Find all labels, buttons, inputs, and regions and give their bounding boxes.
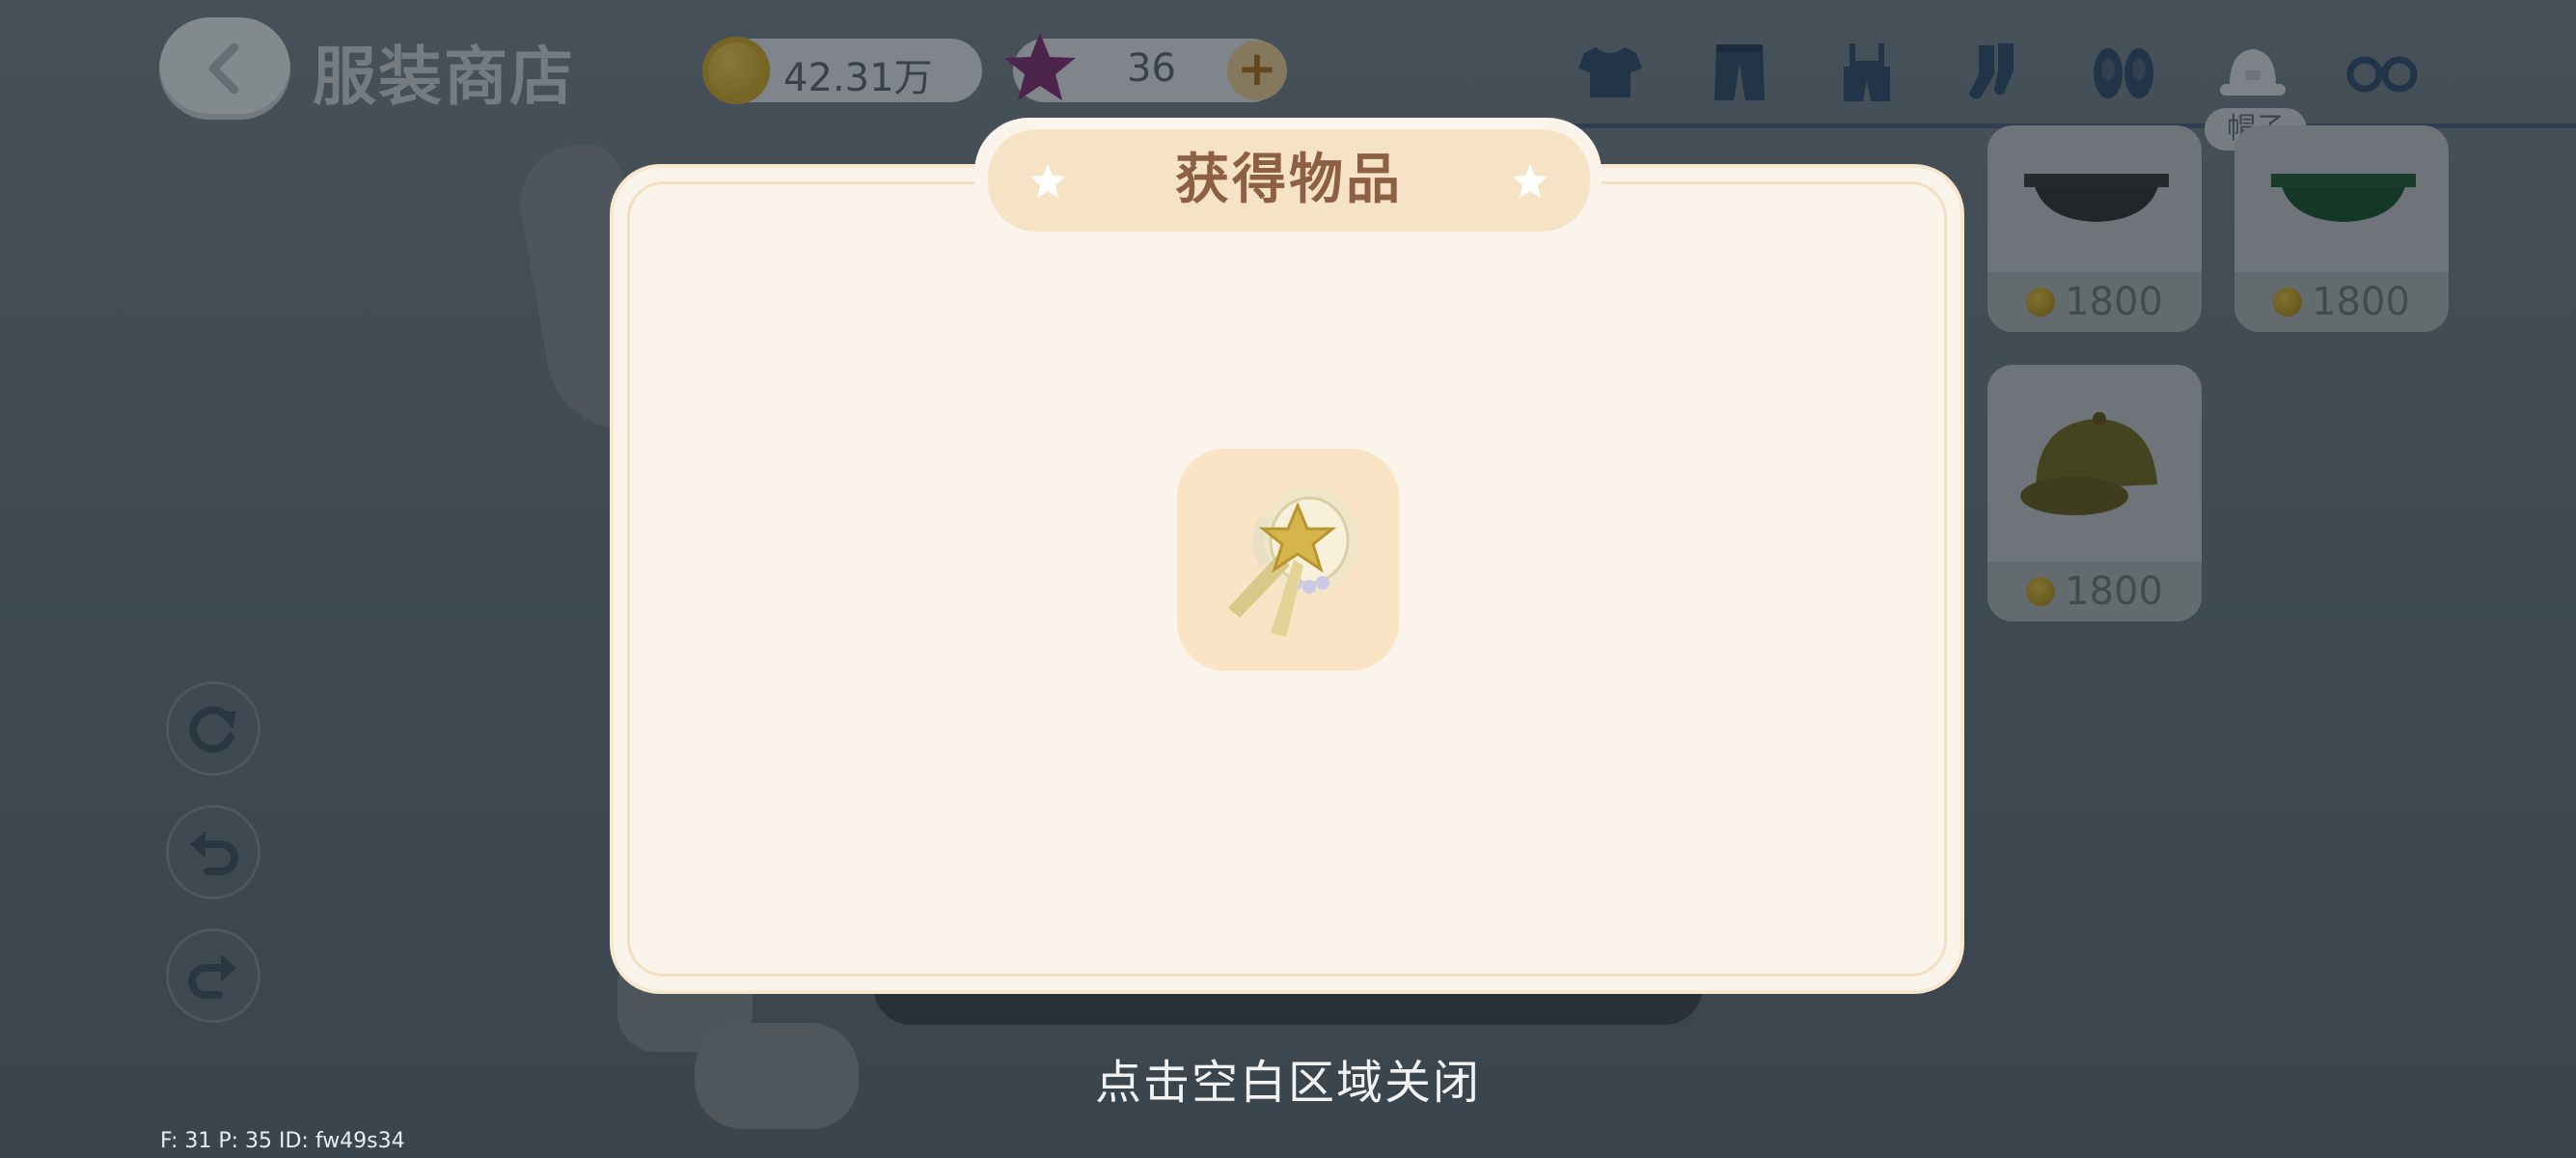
star-icon [1513,164,1548,198]
star-hairpin-icon [1228,486,1359,637]
reward-item-tile[interactable] [1177,449,1399,671]
debug-info: F: 31 P: 35 ID: fw49s34 [160,1129,405,1153]
modal-title: 获得物品 [1175,149,1403,211]
close-hint: 点击空白区域关闭 [1094,1056,1481,1110]
star-icon [1030,164,1065,198]
